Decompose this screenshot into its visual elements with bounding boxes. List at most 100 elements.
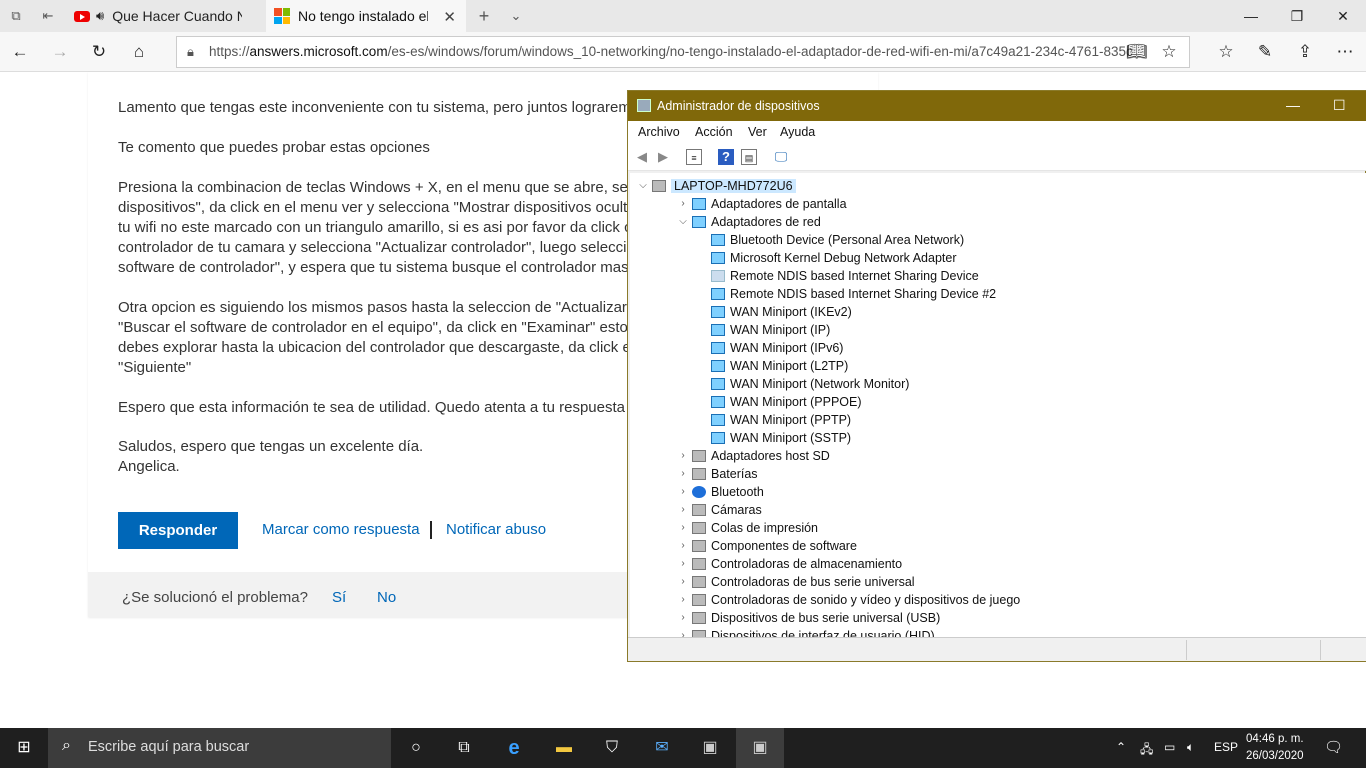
chevron-right-icon[interactable]: › (678, 609, 688, 627)
pen-icon[interactable]: ✎ (1255, 42, 1275, 62)
chevron-right-icon[interactable]: › (678, 573, 688, 591)
chevron-right-icon[interactable]: › (678, 447, 688, 465)
tree-item[interactable]: › Controladoras de almacenamiento (681, 555, 902, 573)
home-icon[interactable]: ⌂ (129, 42, 149, 62)
menu-ayuda[interactable]: Ayuda (780, 125, 815, 139)
battery-icon[interactable]: ▭ (1164, 740, 1175, 754)
chevron-right-icon[interactable]: › (678, 555, 688, 573)
tree-item[interactable]: WAN Miniport (IPv6) (711, 339, 843, 357)
back-arrow-icon[interactable]: ◀ (634, 149, 650, 165)
taskbar-search[interactable]: ⌕ Escribe aquí para buscar (48, 728, 391, 768)
menu-accion[interactable]: Acción (695, 125, 733, 139)
forward-arrow-icon[interactable]: ▶ (655, 149, 671, 165)
tree-root[interactable]: ⌵ LAPTOP-MHD772U6 (639, 177, 796, 195)
tree-item[interactable]: Microsoft Kernel Debug Network Adapter (711, 249, 957, 267)
refresh-icon[interactable]: ↻ (89, 42, 109, 62)
notifications-icon[interactable]: 🗨︎ (1324, 738, 1343, 756)
tree-item[interactable]: WAN Miniport (IP) (711, 321, 830, 339)
forward-arrow-icon[interactable]: → (50, 42, 70, 62)
chevron-right-icon[interactable]: › (678, 465, 688, 483)
share-icon[interactable]: ⇪ (1295, 42, 1315, 62)
volume-icon[interactable]: 🔈︎ (1187, 740, 1194, 755)
tree-item[interactable]: WAN Miniport (PPPOE) (711, 393, 862, 411)
tree-item[interactable]: Remote NDIS based Internet Sharing Devic… (711, 267, 979, 285)
chevron-right-icon[interactable]: › (678, 519, 688, 537)
tree-item[interactable]: ⌵ Adaptadores de red (679, 213, 821, 231)
clock[interactable]: 04:46 p. m. 26/03/2020 (1246, 731, 1304, 765)
store-icon[interactable]: ⛉ (588, 728, 636, 768)
mail-icon[interactable]: ✉ (638, 728, 686, 768)
report-abuse-link[interactable]: Notificar abuso (446, 521, 546, 538)
speaker-icon[interactable]: 🔊︎ (96, 8, 104, 24)
chevron-down-icon[interactable]: ⌄ (508, 8, 524, 24)
device-manager-titlebar[interactable]: Administrador de dispositivos — ☐ (628, 91, 1366, 121)
close-window-button[interactable]: ✕ (1320, 0, 1366, 32)
solved-yes-link[interactable]: Sí (332, 589, 346, 606)
chevron-right-icon[interactable]: › (678, 195, 688, 213)
reading-view-icon[interactable]: 📖︎ (1126, 42, 1148, 62)
chevron-right-icon[interactable]: › (678, 591, 688, 609)
solved-question: ¿Se solucionó el problema? (122, 589, 308, 606)
solved-no-link[interactable]: No (377, 589, 396, 606)
tab-youtube[interactable]: 🔊︎ Que Hacer Cuando No (66, 0, 264, 32)
mark-as-answer-link[interactable]: Marcar como respuesta (262, 521, 420, 538)
scan-hardware-icon[interactable]: 🖵︎ (773, 149, 789, 165)
tree-item[interactable]: WAN Miniport (L2TP) (711, 357, 848, 375)
tree-item[interactable]: › Componentes de software (681, 537, 857, 555)
more-icon[interactable]: ⋯ (1335, 42, 1355, 62)
new-tab-icon[interactable]: + (476, 7, 492, 25)
tree-item[interactable]: › Colas de impresión (681, 519, 818, 537)
tab-overview-icon[interactable]: ⧉ (8, 8, 24, 24)
chevron-right-icon[interactable]: › (678, 483, 688, 501)
tab-answers[interactable]: No tengo instalado el a ✕ (266, 0, 466, 32)
file-explorer-icon[interactable]: ▬ (540, 728, 588, 768)
set-aside-tabs-icon[interactable]: ⇤ (40, 8, 56, 24)
menu-archivo[interactable]: Archivo (638, 125, 680, 139)
reply-button[interactable]: Responder (118, 512, 238, 549)
tree-item[interactable]: WAN Miniport (SSTP) (711, 429, 851, 447)
tree-item[interactable]: WAN Miniport (Network Monitor) (711, 375, 909, 393)
chevron-down-icon[interactable]: ⌵ (638, 177, 648, 195)
windows-start-icon[interactable]: ⊞ (0, 728, 48, 768)
device-manager-active-icon[interactable]: ▣ (736, 728, 784, 768)
network-icon[interactable]: 🖧︎ (1140, 740, 1153, 761)
tree-item[interactable]: › Adaptadores de pantalla (681, 195, 846, 213)
address-bar[interactable]: 🔒︎ https://answers.microsoft.com/es-es/w… (176, 36, 1190, 68)
tree-item[interactable]: WAN Miniport (IKEv2) (711, 303, 852, 321)
tree-item[interactable]: › Controladoras de bus serie universal (681, 573, 914, 591)
tree-item[interactable]: Bluetooth Device (Personal Area Network) (711, 231, 964, 249)
tree-item[interactable]: WAN Miniport (PPTP) (711, 411, 851, 429)
restore-button[interactable]: ❐ (1274, 0, 1320, 32)
tree-item[interactable]: Remote NDIS based Internet Sharing Devic… (711, 285, 996, 303)
favorites-hub-icon[interactable]: ☆ (1216, 42, 1236, 62)
menu-ver[interactable]: Ver (748, 125, 767, 139)
device-manager-icon (637, 99, 651, 112)
help-icon[interactable]: ? (718, 149, 734, 165)
cortana-icon[interactable]: ○ (392, 728, 440, 768)
tree-item[interactable]: › Baterías (681, 465, 757, 483)
minimize-button[interactable]: — (1228, 0, 1274, 32)
close-tab-icon[interactable]: ✕ (443, 8, 456, 26)
task-view-icon[interactable]: ⧉ (440, 728, 488, 768)
favorite-star-icon[interactable]: ☆ (1159, 42, 1179, 62)
answer-paragraph: Te comento que puedes probar estas opcio… (118, 139, 430, 156)
tree-item[interactable]: › Cámaras (681, 501, 761, 519)
back-arrow-icon[interactable]: ← (10, 42, 30, 62)
tree-item[interactable]: › Dispositivos de bus serie universal (US… (681, 609, 940, 627)
tree-item[interactable]: › Dispositivos de interfaz de usuario (HI… (681, 627, 935, 637)
properties-icon[interactable]: ≡ (686, 149, 702, 165)
edge-icon[interactable]: e (490, 728, 538, 768)
maximize-button[interactable]: ☐ (1333, 97, 1346, 114)
language-indicator[interactable]: ESP (1214, 740, 1238, 754)
device-manager-taskbar-icon[interactable]: ▣ (686, 728, 734, 768)
tree-item[interactable]: › Adaptadores host SD (681, 447, 830, 465)
chevron-right-icon[interactable]: › (678, 537, 688, 555)
tree-item[interactable]: › Controladoras de sonido y vídeo y dispo… (681, 591, 1020, 609)
view-icon[interactable]: ▤ (741, 149, 757, 165)
chevron-right-icon[interactable]: › (678, 627, 688, 637)
tree-item[interactable]: › Bluetooth (681, 483, 764, 501)
chevron-up-icon[interactable]: ⌃ (1116, 740, 1126, 754)
chevron-right-icon[interactable]: › (678, 501, 688, 519)
chevron-down-icon[interactable]: ⌵ (678, 213, 688, 231)
minimize-button[interactable]: — (1286, 97, 1300, 113)
